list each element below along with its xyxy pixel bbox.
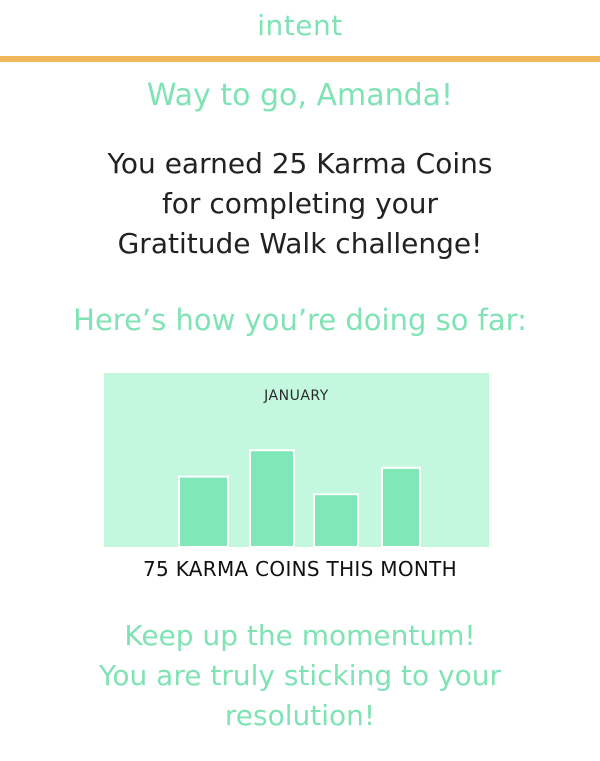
bar-4 bbox=[381, 466, 421, 547]
encouragement-line: resolution! bbox=[224, 699, 376, 732]
encouragement-message: Keep up the momentum! You are truly stic… bbox=[0, 616, 600, 736]
bar-2 bbox=[249, 449, 295, 547]
bar-1 bbox=[178, 475, 229, 547]
encouragement-line: Keep up the momentum! bbox=[124, 619, 476, 652]
progress-subheading: Here’s how you’re doing so far: bbox=[73, 303, 527, 337]
reward-message: You earned 25 Karma Coins for completing… bbox=[0, 144, 600, 264]
brand-logo: intent bbox=[257, 9, 343, 42]
karma-bar-chart: JANUARY bbox=[104, 373, 489, 547]
greeting-heading: Way to go, Amanda! bbox=[146, 78, 454, 113]
bars-canvas bbox=[178, 449, 421, 547]
bar-3 bbox=[313, 493, 359, 547]
reward-message-line: You earned 25 Karma Coins bbox=[107, 147, 493, 180]
monthly-total-caption: 75 KARMA COINS THIS MONTH bbox=[143, 557, 457, 581]
reward-message-line: Gratitude Walk challenge! bbox=[117, 227, 483, 260]
email-header: intent bbox=[0, 0, 600, 56]
header-divider bbox=[0, 56, 600, 62]
encouragement-line: You are truly sticking to your bbox=[99, 659, 501, 692]
reward-message-line: for completing your bbox=[161, 187, 439, 220]
